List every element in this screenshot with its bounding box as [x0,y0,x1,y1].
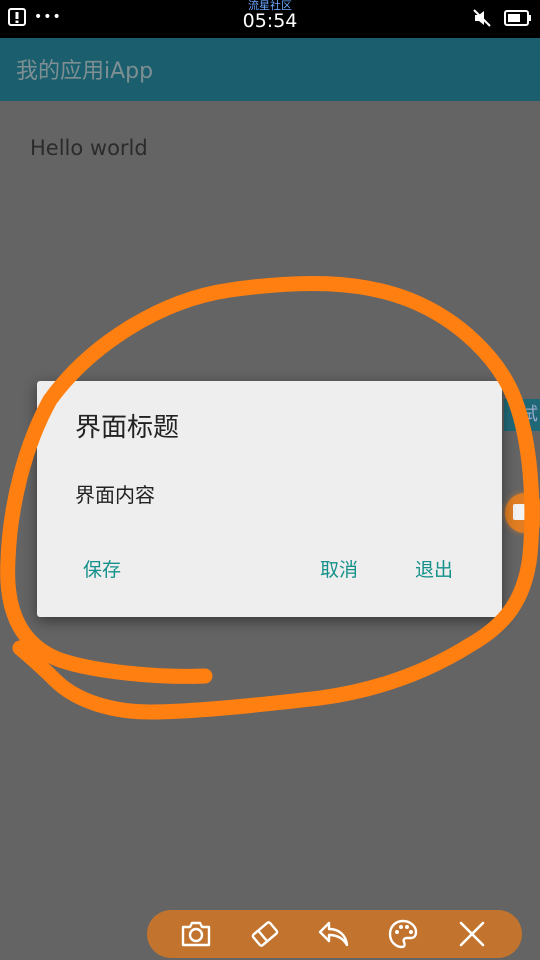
undo-tool-button[interactable] [317,917,351,951]
status-right [472,8,532,28]
alert-dialog: 界面标题 界面内容 保存 取消 退出 [37,381,502,617]
edge-debug-tab-label: 试 [520,404,538,425]
camera-icon [181,921,211,947]
mute-icon [473,9,491,27]
dialog-message: 界面内容 [75,483,155,507]
edge-debug-tab[interactable]: 试 [504,399,540,431]
exit-button[interactable]: 退出 [415,557,453,583]
status-bar: ••• 流星社区 05:54 [0,0,540,38]
close-icon [459,921,485,947]
app-title: 我的应用iApp [16,59,154,84]
dialog-title: 界面标题 [75,413,180,443]
cancel-button[interactable]: 取消 [320,557,358,583]
status-time: 05:54 [242,10,298,32]
markup-toolbar [147,910,522,958]
floating-assistant-icon [513,504,527,520]
camera-tool-button[interactable] [179,917,213,951]
battery-icon [504,10,531,26]
floating-assistant-button[interactable] [505,493,540,533]
eraser-tool-button[interactable] [248,917,282,951]
undo-icon [318,921,349,947]
close-tool-button[interactable] [455,917,489,951]
palette-tool-button[interactable] [386,917,420,951]
hello-text: Hello world [30,136,148,160]
save-button[interactable]: 保存 [83,557,121,583]
palette-icon [388,919,418,949]
eraser-icon [251,921,279,947]
